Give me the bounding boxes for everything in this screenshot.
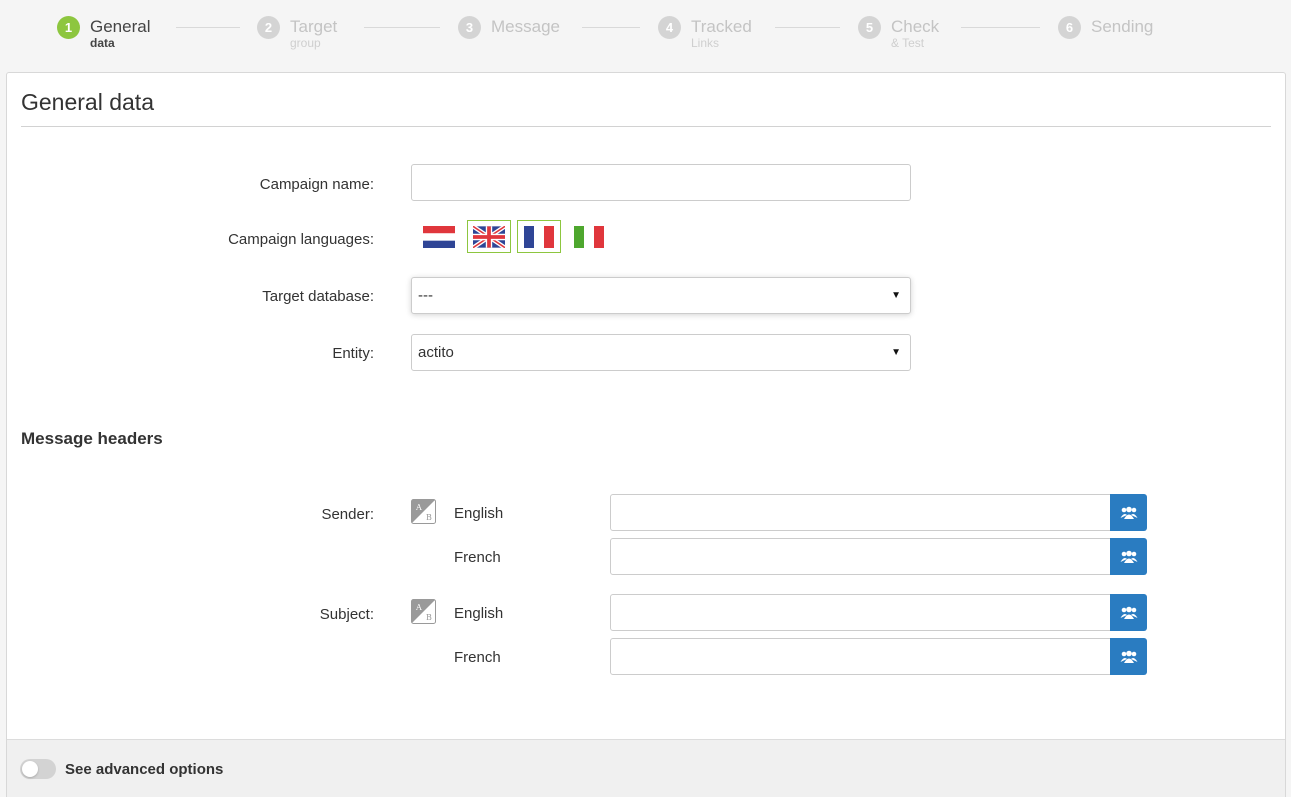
flag-gb-icon[interactable] bbox=[467, 220, 511, 253]
campaign-name-label: Campaign name: bbox=[259, 176, 374, 193]
step-number: 2 bbox=[257, 16, 280, 39]
step-tracked-links[interactable]: 4 Tracked Links bbox=[658, 16, 752, 49]
subject-french-personalize-button[interactable] bbox=[1110, 638, 1147, 675]
step-title: Tracked bbox=[691, 17, 752, 36]
step-subtitle: group bbox=[290, 36, 321, 50]
advanced-options-label[interactable]: See advanced options bbox=[65, 761, 223, 778]
step-number: 5 bbox=[858, 16, 881, 39]
title-divider bbox=[21, 126, 1271, 127]
entity-select[interactable]: actito ▼ bbox=[411, 334, 911, 371]
sender-french-input[interactable] bbox=[610, 538, 1111, 575]
toggle-knob bbox=[22, 761, 38, 777]
sender-english-label: English bbox=[454, 505, 504, 522]
step-sending[interactable]: 6 Sending bbox=[1058, 16, 1153, 39]
wizard-steps: 1 General data 2 Target group 3 Message 4 … bbox=[0, 0, 1291, 72]
flag-nl-icon[interactable] bbox=[417, 220, 461, 253]
step-title: Sending bbox=[1091, 17, 1154, 36]
dropdown-caret-icon: ▼ bbox=[891, 290, 901, 301]
subject-label: Subject: bbox=[319, 606, 374, 623]
step-subtitle: & Test bbox=[891, 36, 925, 50]
step-connector bbox=[775, 27, 840, 28]
step-target-group[interactable]: 2 Target group bbox=[257, 16, 337, 49]
step-connector bbox=[961, 27, 1040, 28]
advanced-options-bar: See advanced options bbox=[7, 739, 1285, 797]
entity-label: Entity: bbox=[332, 345, 374, 362]
step-number: 4 bbox=[658, 16, 681, 39]
sender-english-input[interactable] bbox=[610, 494, 1111, 531]
dropdown-caret-icon: ▼ bbox=[891, 347, 901, 358]
users-icon bbox=[1120, 506, 1137, 519]
step-message[interactable]: 3 Message bbox=[458, 16, 560, 39]
subject-french-input[interactable] bbox=[610, 638, 1111, 675]
step-general-data[interactable]: 1 General data bbox=[57, 16, 150, 49]
step-number: 1 bbox=[57, 16, 80, 39]
step-connector bbox=[582, 27, 640, 28]
sender-french-label: French bbox=[454, 549, 501, 566]
page-title: General data bbox=[21, 89, 154, 115]
entity-value: actito bbox=[418, 344, 454, 361]
target-database-label: Target database: bbox=[262, 288, 374, 305]
step-title: Message bbox=[491, 17, 560, 36]
sender-english-personalize-button[interactable] bbox=[1110, 494, 1147, 531]
svg-text:A: A bbox=[415, 503, 422, 512]
flag-it-icon[interactable] bbox=[567, 220, 611, 253]
campaign-languages-label: Campaign languages: bbox=[228, 231, 374, 248]
svg-text:A: A bbox=[415, 603, 422, 612]
step-number: 6 bbox=[1058, 16, 1081, 39]
step-number: 3 bbox=[458, 16, 481, 39]
advanced-options-toggle[interactable] bbox=[20, 759, 56, 779]
users-icon bbox=[1120, 650, 1137, 663]
subject-english-personalize-button[interactable] bbox=[1110, 594, 1147, 631]
subject-english-label: English bbox=[454, 605, 504, 622]
ab-test-icon[interactable]: A B bbox=[411, 599, 436, 624]
subject-english-input[interactable] bbox=[610, 594, 1111, 631]
step-title: Check bbox=[891, 17, 940, 36]
step-title: Target bbox=[290, 17, 338, 36]
ab-test-icon[interactable]: A B bbox=[411, 499, 436, 524]
step-subtitle: Links bbox=[691, 36, 720, 50]
message-headers-title: Message headers bbox=[21, 429, 163, 448]
subject-french-label: French bbox=[454, 649, 501, 666]
svg-text:B: B bbox=[426, 513, 432, 522]
step-title: General bbox=[90, 17, 151, 36]
step-connector bbox=[364, 27, 440, 28]
general-data-card: General data Campaign name: Campaign lan… bbox=[6, 72, 1286, 797]
target-database-value: --- bbox=[418, 287, 433, 304]
sender-french-personalize-button[interactable] bbox=[1110, 538, 1147, 575]
step-connector bbox=[176, 27, 240, 28]
users-icon bbox=[1120, 550, 1137, 563]
flag-fr-icon[interactable] bbox=[517, 220, 561, 253]
campaign-name-input[interactable] bbox=[411, 164, 911, 201]
target-database-select[interactable]: --- ▼ bbox=[411, 277, 911, 314]
step-subtitle: data bbox=[90, 36, 115, 50]
users-icon bbox=[1120, 606, 1137, 619]
sender-label: Sender: bbox=[321, 506, 374, 523]
step-check-test[interactable]: 5 Check & Test bbox=[858, 16, 939, 49]
svg-text:B: B bbox=[426, 613, 432, 622]
